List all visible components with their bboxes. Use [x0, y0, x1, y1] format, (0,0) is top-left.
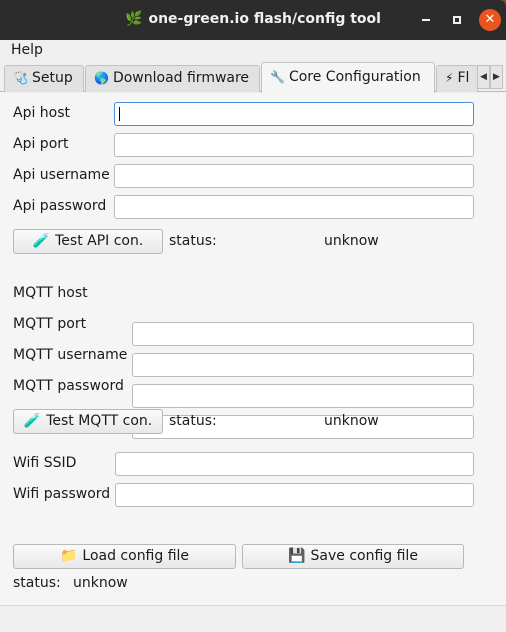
core-configuration-pane: Api host Api port Api username Api passw… — [0, 93, 506, 632]
api-status-label: status: — [169, 233, 217, 249]
api-port-label: Api port — [13, 136, 69, 152]
mqtt-port-input[interactable] — [132, 353, 474, 377]
api-host-input[interactable] — [114, 102, 474, 126]
arrow-right-icon: ▶ — [493, 72, 500, 82]
close-icon: ✕ — [484, 12, 496, 27]
tab-scroll-left-button[interactable]: ◀ — [477, 65, 490, 89]
api-password-label: Api password — [13, 198, 107, 214]
test-tube-icon: 🧪 — [32, 233, 51, 249]
leaf-icon: 🌿 — [125, 11, 143, 27]
floppy-disk-icon: 💾 — [288, 548, 306, 564]
tab-flash[interactable]: ⚡ Fl — [436, 65, 478, 92]
save-config-button[interactable]: 💾 Save config file — [242, 544, 464, 569]
mqtt-username-label: MQTT username — [13, 347, 128, 363]
api-host-label: Api host — [13, 105, 71, 121]
tab-download-firmware[interactable]: 🌎 Download firmware — [85, 65, 260, 92]
close-button[interactable]: ✕ — [479, 9, 501, 31]
globe-icon: 🌎 — [94, 71, 109, 85]
mqtt-password-label: MQTT password — [13, 378, 124, 394]
tab-label: Setup — [31, 70, 73, 86]
tab-scroll-right-button[interactable]: ▶ — [490, 65, 503, 89]
test-api-button-label: Test API con. — [55, 233, 144, 249]
mqtt-status-label: status: — [169, 413, 217, 429]
tab-label: Core Configuration — [288, 69, 421, 85]
tab-core-configuration[interactable]: 🔧 Core Configuration — [261, 62, 435, 93]
wifi-ssid-label: Wifi SSID — [13, 455, 77, 471]
maximize-icon — [453, 16, 461, 24]
test-tube-icon: 🧪 — [23, 413, 42, 429]
tab-bar: 🩺 Setup 🌎 Download firmware 🔧 Core Configur… — [0, 62, 506, 93]
api-password-input[interactable] — [114, 195, 474, 219]
api-status-value: unknow — [324, 233, 379, 249]
api-port-input[interactable] — [114, 133, 474, 157]
mqtt-username-input[interactable] — [132, 384, 474, 408]
api-username-input[interactable] — [114, 164, 474, 188]
load-config-button-label: Load config file — [82, 548, 190, 564]
api-username-label: Api username — [13, 167, 110, 183]
lightning-icon: ⚡ — [445, 71, 454, 85]
tab-label: Download firmware — [112, 70, 250, 86]
wifi-password-input[interactable] — [115, 483, 474, 507]
wrench-icon: 🔧 — [270, 70, 285, 84]
arrow-left-icon: ◀ — [480, 72, 487, 82]
folder-icon: 📁 — [59, 548, 78, 564]
wifi-password-label: Wifi password — [13, 486, 111, 502]
save-config-button-label: Save config file — [310, 548, 418, 564]
wifi-ssid-input[interactable] — [115, 452, 474, 476]
mqtt-host-input[interactable] — [132, 322, 474, 346]
menubar: Help — [0, 40, 506, 62]
mqtt-host-label: MQTT host — [13, 285, 88, 301]
window-title-text: one-green.io flash/config tool — [148, 11, 381, 27]
config-status-label: status: — [13, 575, 61, 591]
test-mqtt-button[interactable]: 🧪 Test MQTT con. — [13, 409, 163, 434]
stethoscope-icon: 🩺 — [13, 71, 28, 85]
window-bottom-strip — [0, 605, 506, 632]
minimize-button[interactable] — [415, 9, 437, 31]
load-config-button[interactable]: 📁 Load config file — [13, 544, 236, 569]
minimize-icon — [422, 19, 430, 21]
maximize-button[interactable] — [446, 9, 468, 31]
test-api-button[interactable]: 🧪 Test API con. — [13, 229, 163, 254]
config-status-value: unknow — [73, 575, 128, 591]
menu-help[interactable]: Help — [11, 42, 43, 58]
tab-setup[interactable]: 🩺 Setup — [4, 65, 84, 92]
mqtt-status-value: unknow — [324, 413, 379, 429]
window-titlebar[interactable]: 🌿 one-green.io flash/config tool ✕ — [0, 0, 506, 40]
tab-label: Fl — [457, 70, 470, 86]
app-window: Help 🩺 Setup 🌎 Download firmware 🔧 Core Con… — [0, 40, 506, 632]
mqtt-port-label: MQTT port — [13, 316, 87, 332]
test-mqtt-button-label: Test MQTT con. — [46, 413, 153, 429]
